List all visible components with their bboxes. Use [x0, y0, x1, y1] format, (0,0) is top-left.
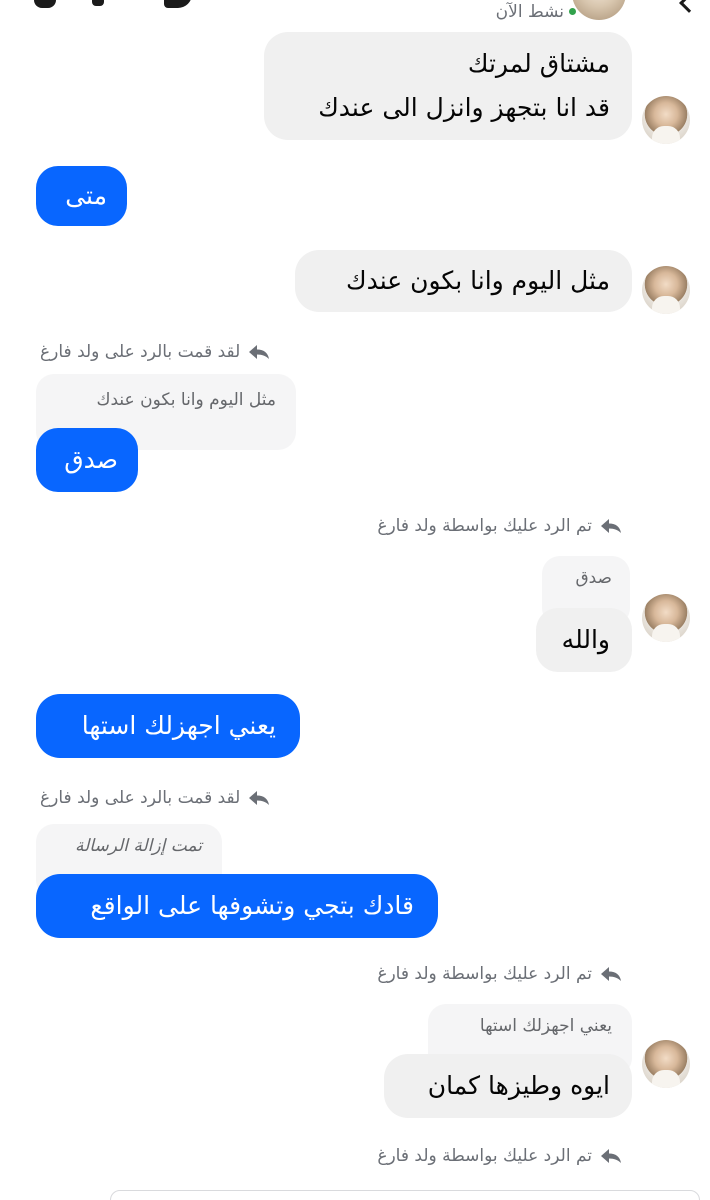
quoted-text: تمت إزالة الرسالة	[74, 836, 202, 856]
chat-header: نشط الآن	[0, 0, 710, 28]
next-message-bubble[interactable]	[110, 1190, 700, 1200]
quoted-text: صدق	[575, 568, 612, 588]
info-icon[interactable]	[164, 0, 192, 8]
back-arrow-icon[interactable]	[679, 0, 699, 13]
video-call-icon[interactable]	[92, 0, 104, 6]
reply-label: لقد قمت بالرد على ولد فارغ	[40, 788, 270, 808]
contact-avatar[interactable]	[572, 0, 626, 20]
reply-label: لقد قمت بالرد على ولد فارغ	[40, 342, 270, 362]
quoted-text: يعني اجهزلك استها	[479, 1016, 612, 1036]
sender-avatar[interactable]	[642, 96, 690, 144]
message-text: ايوه وطيزها كمان	[427, 1071, 610, 1100]
message-text: والله	[561, 625, 610, 654]
received-message[interactable]: والله	[536, 608, 632, 672]
quoted-text: مثل اليوم وانا بكون عندك	[96, 390, 276, 410]
message-text: صدق	[64, 445, 118, 474]
reply-label-text: لقد قمت بالرد على ولد فارغ	[40, 788, 241, 808]
reply-label-text: تم الرد عليك بواسطة ولد فارغ	[377, 964, 592, 984]
reply-label: تم الرد عليك بواسطة ولد فارغ	[377, 516, 622, 536]
reply-label: تم الرد عليك بواسطة ولد فارغ	[377, 964, 622, 984]
received-message[interactable]: ايوه وطيزها كمان	[384, 1054, 632, 1118]
message-text: يعني اجهزلك استها	[81, 711, 276, 740]
reply-label: تم الرد عليك بواسطة ولد فارغ	[377, 1146, 622, 1166]
reply-label-text: تم الرد عليك بواسطة ولد فارغ	[377, 516, 592, 536]
reply-arrow-icon	[600, 518, 622, 534]
sender-avatar[interactable]	[642, 594, 690, 642]
received-message[interactable]: مثل اليوم وانا بكون عندك	[295, 250, 632, 312]
received-message[interactable]: مشتاق لمرتك قد انا بتجهز وانزل الى عندك	[264, 32, 632, 140]
message-text: مثل اليوم وانا بكون عندك	[346, 266, 610, 295]
sender-avatar[interactable]	[642, 266, 690, 314]
sent-message[interactable]: متى	[36, 166, 127, 226]
message-line: مشتاق لمرتك	[467, 49, 610, 78]
call-icon[interactable]	[34, 0, 56, 8]
chat-screen: نشط الآن مشتاق لمرتك قد انا بتجهز وانزل …	[0, 0, 710, 1200]
reply-arrow-icon	[600, 1148, 622, 1164]
reply-arrow-icon	[248, 344, 270, 360]
sender-avatar[interactable]	[642, 1040, 690, 1088]
message-text: متى	[65, 181, 107, 210]
reply-label-text: لقد قمت بالرد على ولد فارغ	[40, 342, 241, 362]
reply-label-text: تم الرد عليك بواسطة ولد فارغ	[377, 1146, 592, 1166]
active-status: نشط الآن	[495, 2, 564, 22]
sent-message[interactable]: يعني اجهزلك استها	[36, 694, 300, 758]
sent-message[interactable]: قادك بتجي وتشوفها على الواقع	[36, 874, 438, 938]
reply-arrow-icon	[248, 790, 270, 806]
reply-arrow-icon	[600, 966, 622, 982]
message-line: قد انا بتجهز وانزل الى عندك	[318, 93, 610, 122]
message-text: قادك بتجي وتشوفها على الواقع	[90, 891, 414, 920]
sent-message[interactable]: صدق	[36, 428, 138, 492]
